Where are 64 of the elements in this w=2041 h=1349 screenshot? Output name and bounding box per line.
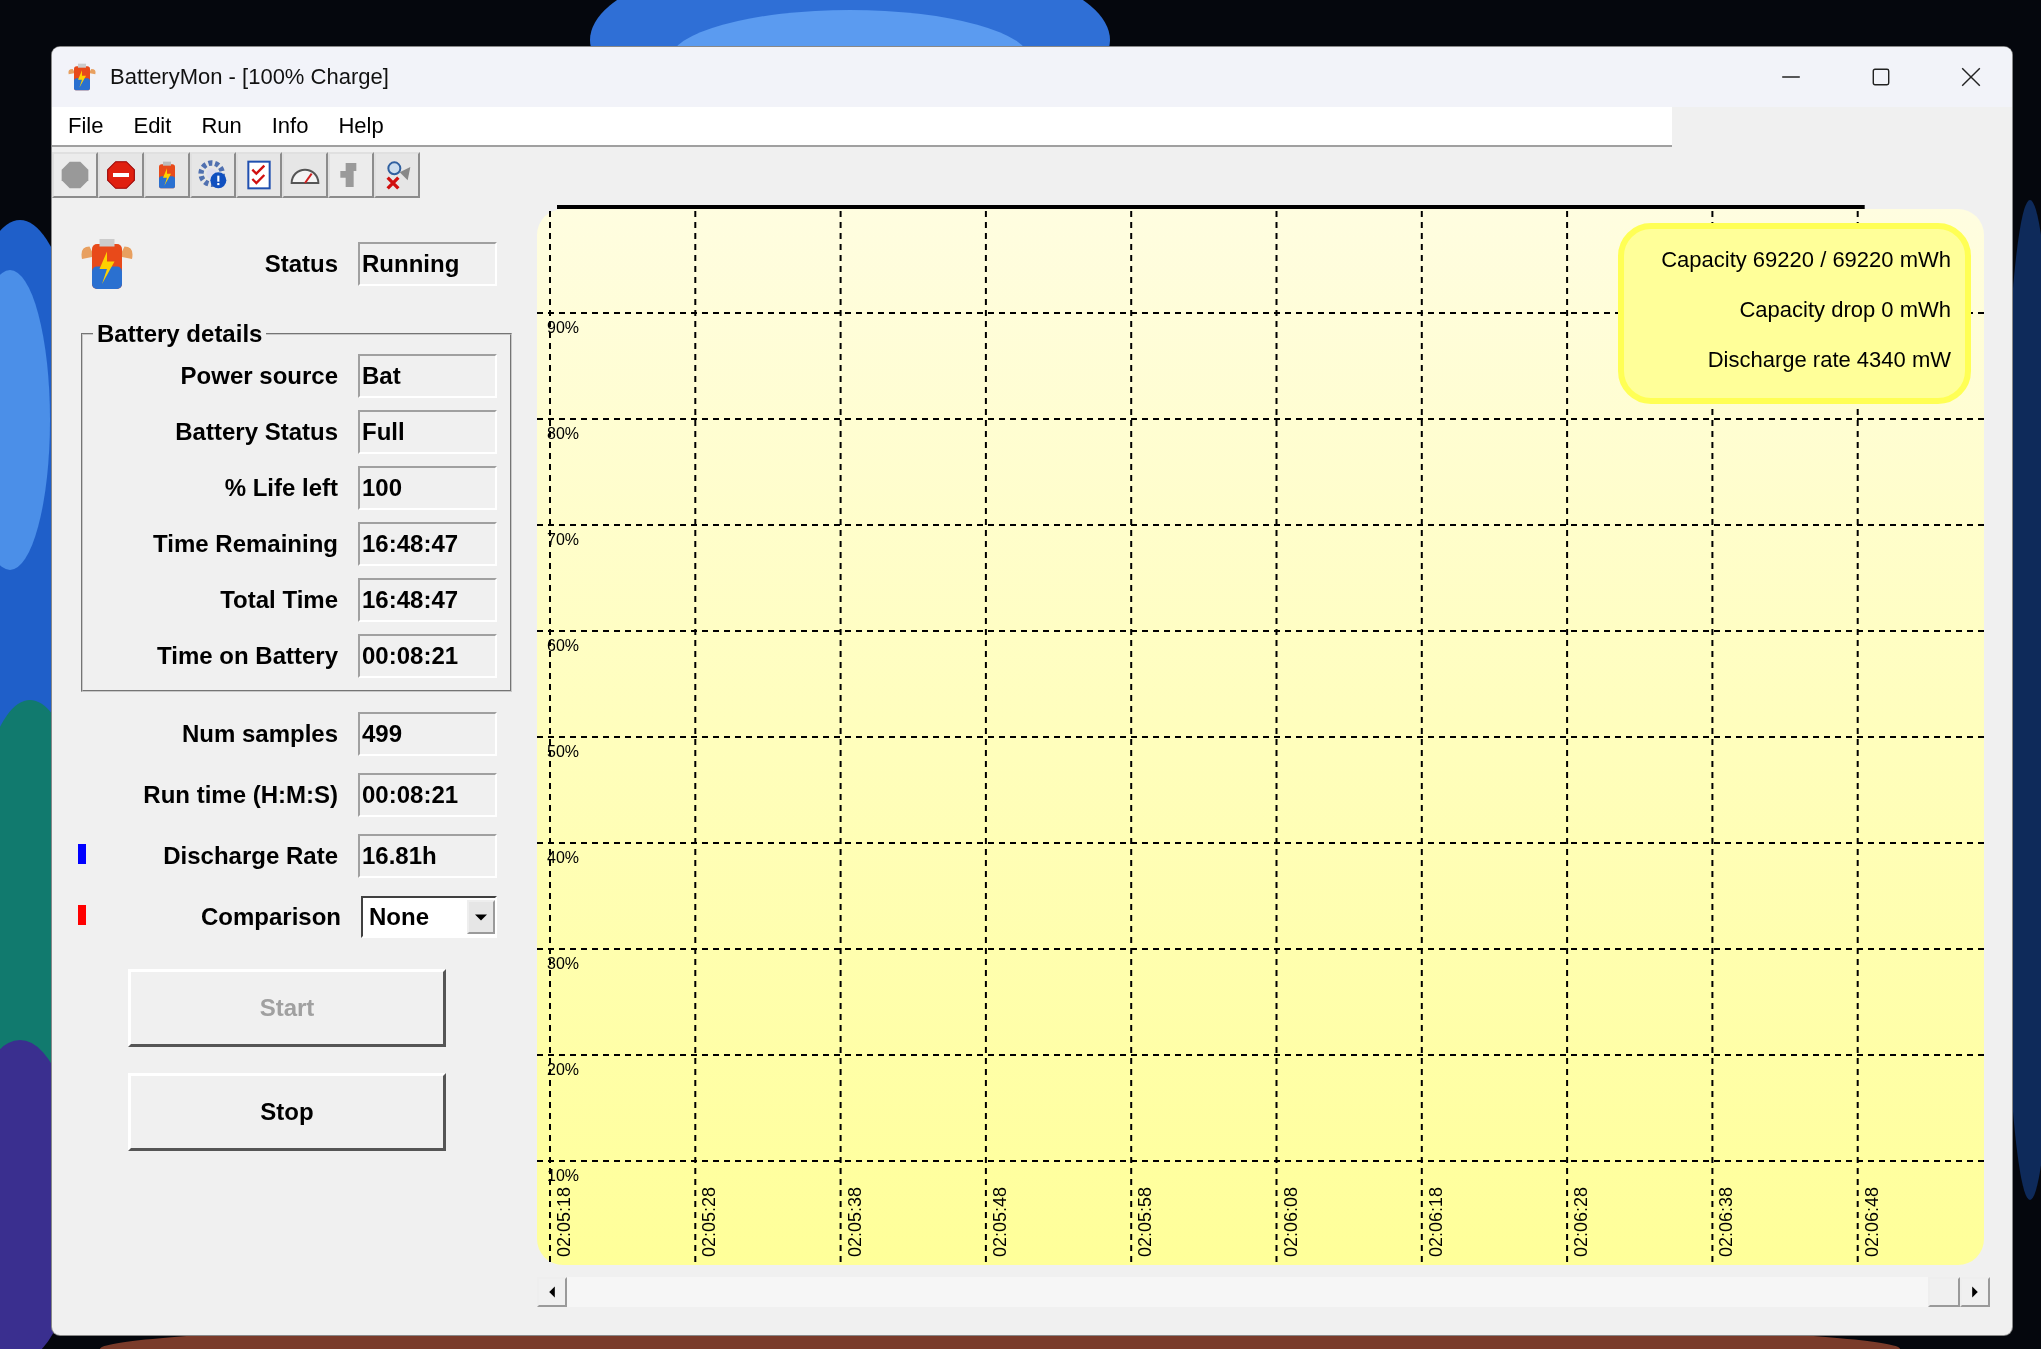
x-tick-label: 02:05:28 (699, 1186, 720, 1257)
toolbar-button[interactable] (374, 152, 420, 198)
toolbar-button[interactable] (98, 152, 144, 198)
value-field: 100 (358, 466, 497, 510)
field-label: Power source (179, 362, 338, 390)
toolbar-button[interactable] (144, 152, 190, 198)
y-tick-label: 10% (547, 1167, 580, 1184)
x-tick-label: 02:06:48 (1861, 1186, 1882, 1257)
y-tick-label: 30% (547, 955, 580, 972)
value-field: 16:48:47 (358, 522, 497, 566)
menu-item[interactable]: Info (267, 113, 313, 139)
legend-text: Capacity 69220 / 69220 mWh (1661, 247, 1951, 272)
stop-sign-icon (105, 159, 137, 191)
field-label: Comparison (200, 903, 341, 931)
dropdown-icon[interactable] (467, 900, 495, 934)
field-label: Discharge Rate (162, 842, 338, 870)
field-label: Battery Status (174, 418, 338, 446)
legend-text: Discharge rate 4340 mW (1707, 347, 1951, 372)
value-field: 499 (358, 712, 497, 756)
toolbar-button[interactable] (190, 152, 236, 198)
scrollbar[interactable] (537, 1277, 1990, 1307)
field-label: Time on Battery (156, 642, 338, 670)
x-tick-label: 02:05:38 (844, 1186, 865, 1257)
x-tick-label: 02:05:18 (554, 1186, 574, 1257)
value-field: Bat (358, 354, 497, 398)
x-tick-label: 02:06:18 (1425, 1186, 1446, 1257)
y-tick-label: 40% (547, 849, 580, 866)
menu-item[interactable]: Run (197, 113, 246, 139)
scroll-right-icon[interactable] (1960, 1277, 1990, 1307)
octagon-icon (59, 159, 91, 191)
x-tick-label: 02:06:28 (1571, 1186, 1592, 1257)
x-tick-label: 02:06:38 (1716, 1186, 1737, 1257)
battery-icon (66, 61, 98, 93)
menu-item[interactable]: Help (334, 113, 388, 139)
close-icon[interactable] (1960, 66, 1982, 88)
value-field: 00:08:21 (358, 634, 497, 678)
toolbar-button[interactable] (236, 152, 282, 198)
value-field: 16:48:47 (358, 578, 497, 622)
x-tick-label: 02:06:08 (1280, 1186, 1301, 1257)
x-tick-label: 02:05:48 (989, 1186, 1010, 1257)
push-button[interactable]: Stop (128, 1073, 446, 1151)
x-tick-label: 02:05:58 (1135, 1186, 1156, 1257)
value-field: 16.81h (358, 834, 497, 878)
field-label: Total Time (219, 586, 338, 614)
group-title: Battery details (96, 320, 264, 348)
status-field: Running (358, 242, 497, 286)
maximize-icon[interactable] (1870, 66, 1892, 88)
y-tick-label: 80% (547, 425, 580, 442)
legend-text: Capacity drop 0 mWh (1739, 297, 1951, 322)
menu-item[interactable]: File (64, 113, 108, 139)
field-label: Time Remaining (152, 530, 338, 558)
field-label: Run time (H:M:S) (142, 781, 338, 809)
value-field: 00:08:21 (358, 773, 497, 817)
gear-icon (197, 159, 229, 191)
scroll-thumb[interactable] (1928, 1277, 1960, 1307)
y-tick-label: 50% (547, 743, 580, 760)
menu-item[interactable]: Edit (129, 113, 176, 139)
comparison-dropdown[interactable]: None (361, 896, 497, 938)
field-label: Num samples (180, 720, 338, 748)
field-label: % Life left (223, 474, 338, 502)
value-field: Full (358, 410, 497, 454)
field-label: Status (263, 250, 338, 278)
toolbar-button[interactable] (282, 152, 328, 198)
window-title: BatteryMon - [100% Charge] (110, 64, 389, 90)
